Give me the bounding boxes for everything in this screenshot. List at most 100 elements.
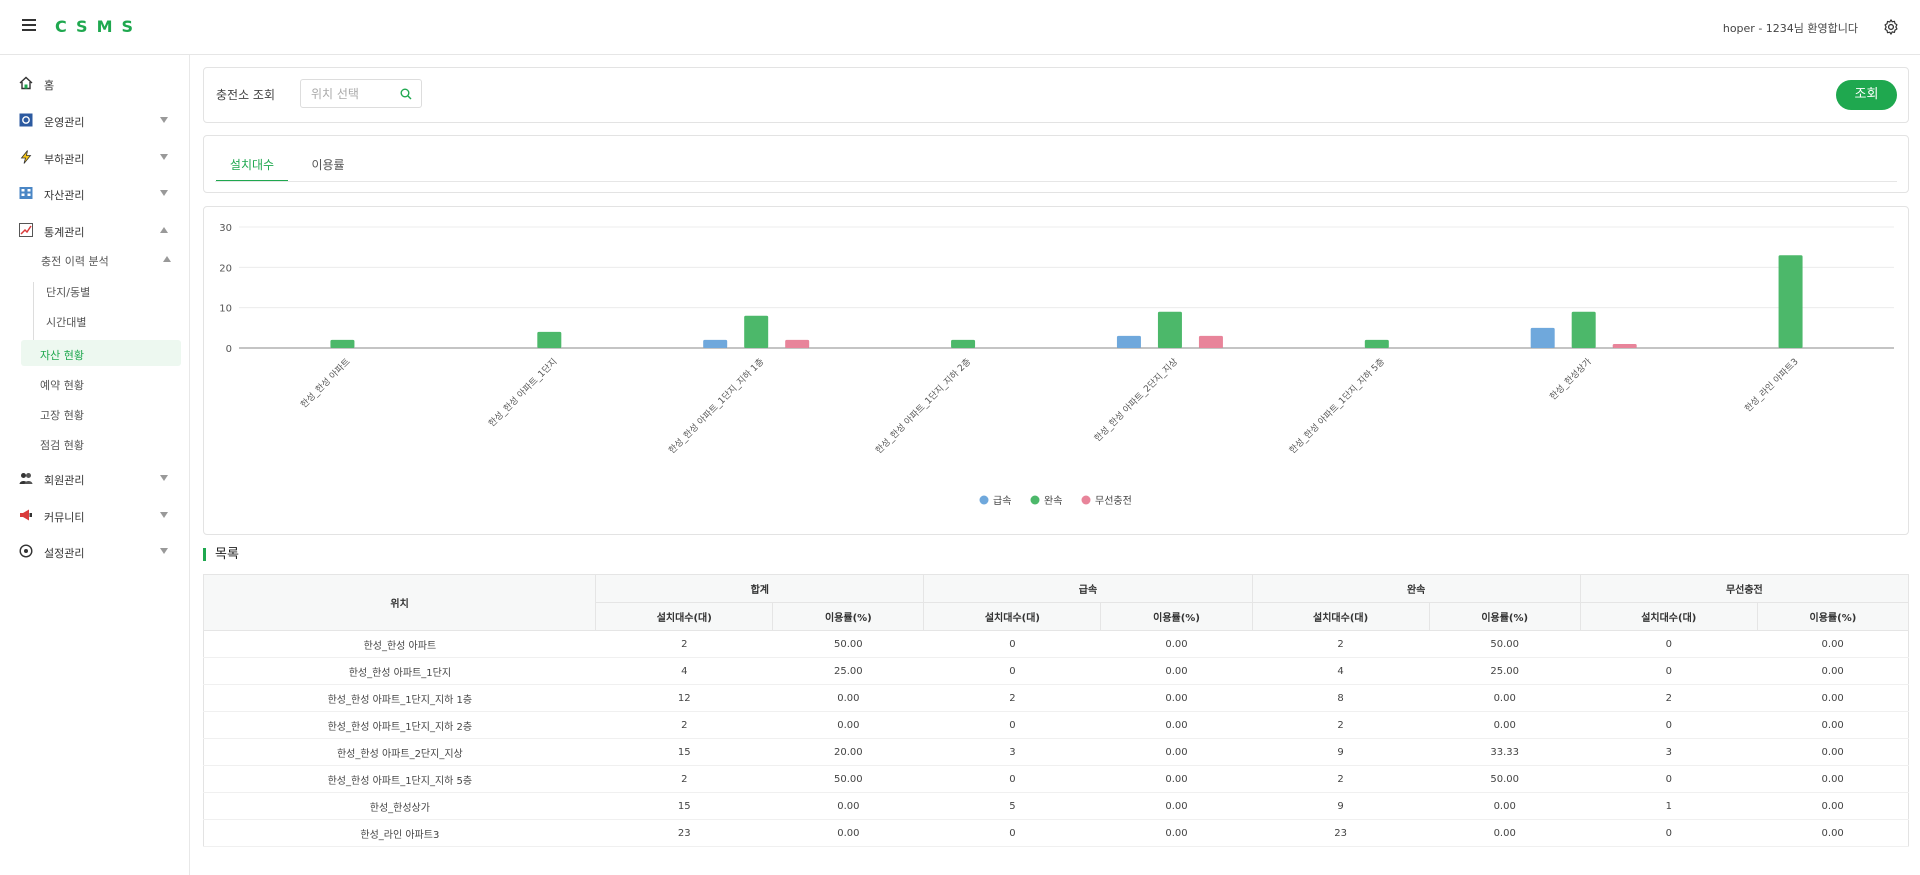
bar	[1116, 335, 1141, 348]
cell-value: 0.00	[1165, 746, 1188, 758]
cell-value: 0.00	[1493, 692, 1516, 704]
sidebar-subitem-asset-status[interactable]: 자산 현황	[21, 340, 181, 366]
settings-gear-icon[interactable]	[1882, 18, 1900, 36]
bar	[1612, 343, 1637, 348]
tab-installed-count[interactable]: 설치대수	[216, 156, 288, 182]
sidebar-item-members[interactable]: 회원관리	[0, 464, 190, 492]
lightning-icon	[20, 150, 32, 164]
sidebar-subitem-reservation-status[interactable]: 예약 현황	[21, 370, 181, 396]
cell-value: 0	[1009, 827, 1016, 839]
cell-value: 0.00	[1165, 827, 1188, 839]
sidebar-item-label: 회원관리	[44, 474, 85, 487]
table-row[interactable]: 한성_한성 아파트_2단지_지상 15 20.00 3 0.00 9 33.33 3 0.00	[203, 739, 1909, 766]
bar	[1571, 311, 1596, 348]
tabs-card: 설치대수 이용률	[203, 135, 1909, 193]
sidebar-subitem-hourly[interactable]: 시간대별	[30, 307, 190, 333]
sidebar-item-community[interactable]: 커뮤니티	[0, 501, 190, 529]
table-row[interactable]: 한성_라인 아파트3 23 0.00 0 0.00 23 0.00 0 0.00	[203, 820, 1909, 847]
chevron-down-icon	[160, 475, 168, 481]
y-tick-label: 10	[219, 304, 232, 315]
legend-swatch	[1030, 495, 1040, 505]
cog-icon	[19, 544, 33, 558]
bar-chart: 0 10 20 30 한성_한성 아파트 한성_한성 아파트_1단지 한성_한성 아파트_1…	[219, 223, 1894, 507]
cell-location: 한성_한성 아파트_1단지_지하 5층	[327, 775, 473, 787]
sidebar-item-home[interactable]: 홈	[0, 69, 190, 97]
cell-value: 0.00	[1821, 827, 1844, 839]
asset-status-table: 위치 합계 급속 완속 무선충전 설치대수(대) 이용률(%) 설치대수(대) …	[202, 574, 1910, 847]
cell-value: 2	[681, 773, 688, 785]
chevron-down-icon	[160, 117, 168, 123]
column-header-count: 설치대수(대)	[1579, 602, 1758, 631]
cell-value: 0	[1665, 719, 1672, 731]
sidebar-item-statistics[interactable]: 통계관리	[0, 216, 190, 244]
sidebar-item-label: 홈	[44, 79, 55, 92]
chevron-down-icon	[160, 548, 168, 554]
sidebar-item-label: 자산관리	[44, 189, 85, 202]
cell-value: 4	[681, 665, 688, 677]
cell-value: 8	[1337, 692, 1344, 704]
legend-swatch	[979, 495, 989, 505]
table-row[interactable]: 한성_한성 아파트 2 50.00 0 0.00 2 50.00 0 0.00	[203, 631, 1909, 658]
cell-value: 2	[1337, 638, 1344, 650]
cell-value: 0.00	[1821, 719, 1844, 731]
cell-value: 0.00	[1165, 692, 1188, 704]
cell-value: 0.00	[837, 719, 860, 731]
search-label: 충전소 조회	[216, 88, 276, 102]
x-tick-label: 한성_한성 아파트	[299, 356, 353, 410]
cell-value: 23	[677, 827, 691, 839]
legend-label: 급속	[993, 495, 1011, 507]
location-search-field[interactable]	[300, 79, 422, 108]
table-row[interactable]: 한성_한성 아파트_1단지 4 25.00 0 0.00 4 25.00 0 0.00	[203, 658, 1909, 685]
cell-value: 0	[1665, 665, 1672, 677]
table-row[interactable]: 한성_한성 아파트_1단지_지하 1층 12 0.00 2 0.00 8 0.00 2 0.00	[203, 685, 1909, 712]
sidebar-item-label: 커뮤니티	[44, 511, 85, 524]
tab-divider	[215, 181, 1897, 182]
bar	[1157, 311, 1182, 348]
cell-value: 0.00	[1821, 773, 1844, 785]
sidebar-submenu-charging-history[interactable]: 충전 이력 분석	[30, 246, 190, 272]
bar	[703, 339, 728, 348]
sidebar-item-label: 통계관리	[44, 226, 85, 239]
hamburger-menu-icon[interactable]	[22, 19, 36, 33]
cell-value: 2	[1665, 692, 1672, 704]
monitor-icon	[19, 113, 33, 127]
cell-value: 9	[1337, 800, 1344, 812]
legend-label: 완속	[1044, 495, 1062, 507]
search-card: 충전소 조회 조회	[203, 67, 1909, 123]
tab-utilization[interactable]: 이용률	[298, 156, 358, 182]
chevron-down-icon	[160, 154, 168, 160]
cell-location: 한성_한성 아파트_1단지	[348, 667, 452, 679]
sidebar-item-label: 설정관리	[44, 547, 85, 560]
column-header-utilization: 이용률(%)	[1100, 602, 1253, 631]
sidebar-item-load[interactable]: 부하관리	[0, 143, 190, 171]
sidebar-subitem-fault-status[interactable]: 고장 현황	[21, 400, 181, 426]
cell-value: 0.00	[1821, 692, 1844, 704]
table-row[interactable]: 한성_한성 아파트_1단지_지하 2층 2 0.00 0 0.00 2 0.00 0 0.00	[203, 712, 1909, 739]
cell-value: 0	[1665, 638, 1672, 650]
x-tick-label: 한성_한성 아파트_2단지_지상	[1092, 356, 1180, 444]
cell-value: 0.00	[1821, 800, 1844, 812]
sidebar-item-settings[interactable]: 설정관리	[0, 537, 190, 565]
cell-value: 0.00	[1493, 827, 1516, 839]
sidebar-item-label: 부하관리	[44, 153, 85, 166]
column-group-fast: 급속	[923, 574, 1253, 603]
top-bar: CSMS hoper - 1234님 환영합니다	[0, 0, 1920, 55]
search-button[interactable]: 조회	[1836, 80, 1897, 110]
cell-value: 0.00	[1821, 746, 1844, 758]
cell-value: 0.00	[1493, 719, 1516, 731]
table-row[interactable]: 한성_한성 아파트_1단지_지하 5층 2 50.00 0 0.00 2 50.00 0 0.0…	[203, 766, 1909, 793]
sidebar-subitem-complex[interactable]: 단지/동별	[30, 277, 190, 303]
column-header-count: 설치대수(대)	[1251, 602, 1430, 631]
cell-value: 2	[1009, 692, 1016, 704]
sidebar-item-operations[interactable]: 운영관리	[0, 106, 190, 134]
cell-value: 0.00	[1165, 773, 1188, 785]
location-search-input[interactable]	[301, 80, 391, 107]
sidebar-item-assets[interactable]: 자산관리	[0, 179, 190, 207]
search-icon[interactable]	[400, 88, 412, 100]
sidebar-subitem-inspection-status[interactable]: 점검 현황	[21, 430, 181, 456]
cell-value: 3	[1665, 746, 1672, 758]
chevron-down-icon	[160, 190, 168, 196]
cell-value: 25.00	[834, 665, 863, 677]
table-row[interactable]: 한성_한성상가 15 0.00 5 0.00 9 0.00 1 0.00	[203, 793, 1909, 820]
brand-logo[interactable]: CSMS	[55, 17, 142, 36]
